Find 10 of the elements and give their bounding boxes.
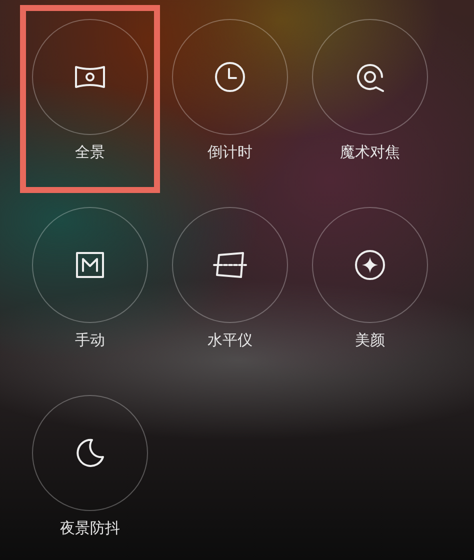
mode-label: 手动 <box>75 330 105 351</box>
mode-label: 夜景防抖 <box>60 518 120 539</box>
sparkle-icon <box>352 247 388 283</box>
mode-label: 水平仪 <box>208 330 252 351</box>
mode-label: 倒计时 <box>208 142 252 163</box>
clock-icon <box>212 59 248 95</box>
mode-button[interactable] <box>32 207 148 323</box>
mode-label: 魔术对焦 <box>340 142 400 163</box>
mode-label: 美颜 <box>355 330 385 351</box>
mode-label: 全景 <box>75 142 105 163</box>
